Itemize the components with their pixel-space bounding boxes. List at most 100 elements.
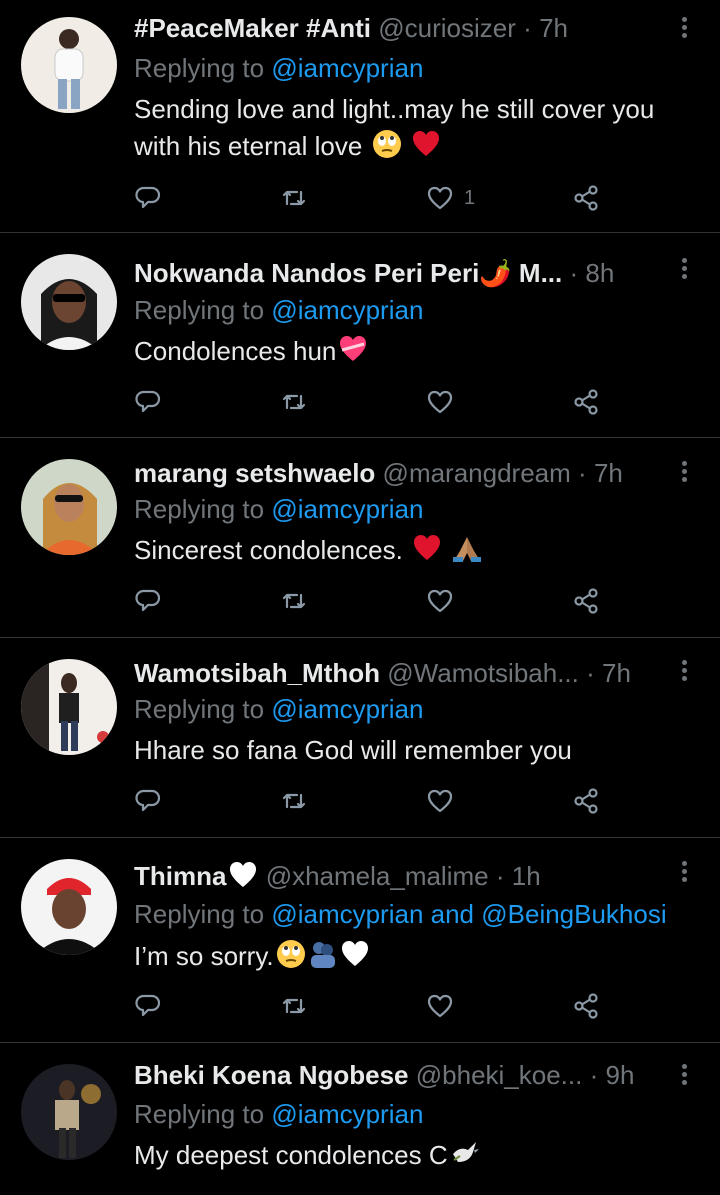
handle[interactable]: @bheki_koe... (416, 1060, 583, 1090)
separator-dot: · (586, 658, 595, 688)
replying-to: Replying to @iamcyprian (134, 691, 423, 727)
tweet-actions (134, 784, 620, 818)
white-heart-emoji (230, 862, 257, 887)
like-button[interactable] (426, 584, 464, 618)
more-icon[interactable] (674, 1061, 694, 1091)
separator-dot: · (495, 861, 505, 891)
tweet-header: Bheki Koena Ngobese @bheki_koe... · 9h (134, 1057, 660, 1093)
more-icon[interactable] (674, 858, 694, 888)
more-icon[interactable] (674, 657, 694, 687)
display-name[interactable]: Nokwanda Nandos Peri Peri🌶️ M... (134, 258, 562, 288)
timestamp[interactable]: 9h (606, 1060, 635, 1090)
timestamp[interactable]: 7h (539, 13, 568, 43)
avatar[interactable] (21, 659, 117, 755)
mention-link[interactable]: @iamcyprian and @BeingBukhosi (271, 899, 666, 929)
white-heart-emoji (341, 941, 368, 966)
tweet-text-content: Sincerest condolences. (134, 535, 403, 565)
share-button[interactable] (572, 385, 600, 419)
share-button[interactable] (572, 989, 600, 1023)
replying-prefix: Replying to (134, 295, 265, 325)
tweet[interactable]: marang setshwaelo @marangdream · 7h Repl… (0, 438, 720, 638)
separator-dot: · (569, 258, 579, 288)
tweet-text: I’m so sorry. (134, 938, 700, 975)
retweet-button[interactable] (280, 989, 308, 1023)
like-button[interactable] (426, 784, 464, 818)
avatar[interactable] (21, 17, 117, 113)
handle[interactable]: @marangdream (383, 458, 571, 488)
reply-button[interactable] (134, 181, 162, 215)
display-name[interactable]: Bheki Koena Ngobese (134, 1060, 409, 1090)
like-button[interactable]: 1 (426, 181, 475, 215)
more-icon[interactable] (674, 458, 694, 488)
red-heart-emoji (412, 131, 439, 156)
tweet[interactable]: Bheki Koena Ngobese @bheki_koe... · 9h R… (0, 1043, 720, 1195)
timestamp[interactable]: 7h (602, 658, 631, 688)
folded-hands-emoji (453, 537, 482, 562)
reply-button[interactable] (134, 584, 162, 618)
tweet-text-content: Condolences hun (134, 336, 337, 366)
share-icon (574, 389, 598, 415)
retweet-button[interactable] (280, 584, 308, 618)
mention-link[interactable]: @iamcyprian (271, 694, 423, 724)
handle[interactable]: @xhamela_malime (266, 861, 489, 891)
replying-to: Replying to @iamcyprian (134, 491, 423, 527)
display-name[interactable]: Wamotsibah_Mthoh (134, 658, 380, 688)
more-icon[interactable] (674, 14, 694, 44)
retweet-button[interactable] (280, 784, 308, 818)
like-icon (427, 789, 453, 813)
tweet-text: My deepest condolences C (134, 1137, 700, 1174)
display-name[interactable]: Thimna (134, 861, 258, 891)
tweet-header: #PeaceMaker #Anti @curiosizer · 7h (134, 10, 660, 46)
more-icon[interactable] (674, 255, 694, 285)
avatar[interactable] (21, 459, 117, 555)
avatar[interactable] (21, 1064, 117, 1160)
handle[interactable]: @Wamotsibah... (387, 658, 579, 688)
avatar[interactable] (21, 254, 117, 350)
tweet[interactable]: Nokwanda Nandos Peri Peri🌶️ M... · 8h Re… (0, 233, 720, 438)
replying-to: Replying to @iamcyprian and @BeingBukhos… (134, 896, 667, 932)
tweet[interactable]: Wamotsibah_Mthoh @Wamotsibah... · 7h Rep… (0, 638, 720, 838)
tweet-header: Wamotsibah_Mthoh @Wamotsibah... · 7h (134, 655, 660, 691)
avatar-image (21, 659, 117, 755)
reply-icon (135, 186, 161, 209)
timestamp[interactable]: 8h (585, 258, 614, 288)
reply-button[interactable] (134, 784, 162, 818)
tweet[interactable]: Thimna @xhamela_malime · 1h Replying to … (0, 838, 720, 1043)
reply-button[interactable] (134, 385, 162, 419)
like-button[interactable] (426, 989, 464, 1023)
mention-link[interactable]: @iamcyprian (271, 494, 423, 524)
handle[interactable]: @curiosizer (378, 13, 516, 43)
share-button[interactable] (572, 784, 600, 818)
replying-to: Replying to @iamcyprian (134, 1096, 423, 1132)
share-button[interactable] (572, 181, 600, 215)
share-icon (574, 788, 598, 814)
avatar[interactable] (21, 859, 117, 955)
tweet[interactable]: #PeaceMaker #Anti @curiosizer · 7h Reply… (0, 0, 720, 233)
like-button[interactable] (426, 385, 464, 419)
rolling-eyes-emoji (276, 940, 305, 968)
display-name[interactable]: #PeaceMaker #Anti (134, 13, 371, 43)
mention-link[interactable]: @iamcyprian (271, 53, 423, 83)
timestamp[interactable]: 1h (512, 861, 541, 891)
retweet-icon (282, 793, 306, 809)
tweet-text: Sincerest condolences. (134, 532, 700, 569)
retweet-button[interactable] (280, 385, 308, 419)
separator-dot: · (578, 458, 587, 488)
reply-button[interactable] (134, 989, 162, 1023)
display-name[interactable]: marang setshwaelo (134, 458, 375, 488)
mention-link[interactable]: @iamcyprian (271, 295, 423, 325)
tweet-actions: 1 (134, 181, 620, 215)
tweet-actions (134, 385, 620, 419)
heart-with-ribbon-emoji (340, 336, 367, 361)
mention-link[interactable]: @iamcyprian (271, 1099, 423, 1129)
tweet-text-content: My deepest condolences C (134, 1140, 448, 1170)
timestamp[interactable]: 7h (594, 458, 623, 488)
avatar-image (21, 459, 117, 555)
display-name-text: Thimna (134, 861, 227, 891)
avatar-image (21, 254, 117, 350)
retweet-icon (282, 593, 306, 609)
retweet-button[interactable] (280, 181, 308, 215)
share-button[interactable] (572, 584, 600, 618)
people-hugging-emoji (310, 942, 335, 968)
replying-prefix: Replying to (134, 494, 265, 524)
